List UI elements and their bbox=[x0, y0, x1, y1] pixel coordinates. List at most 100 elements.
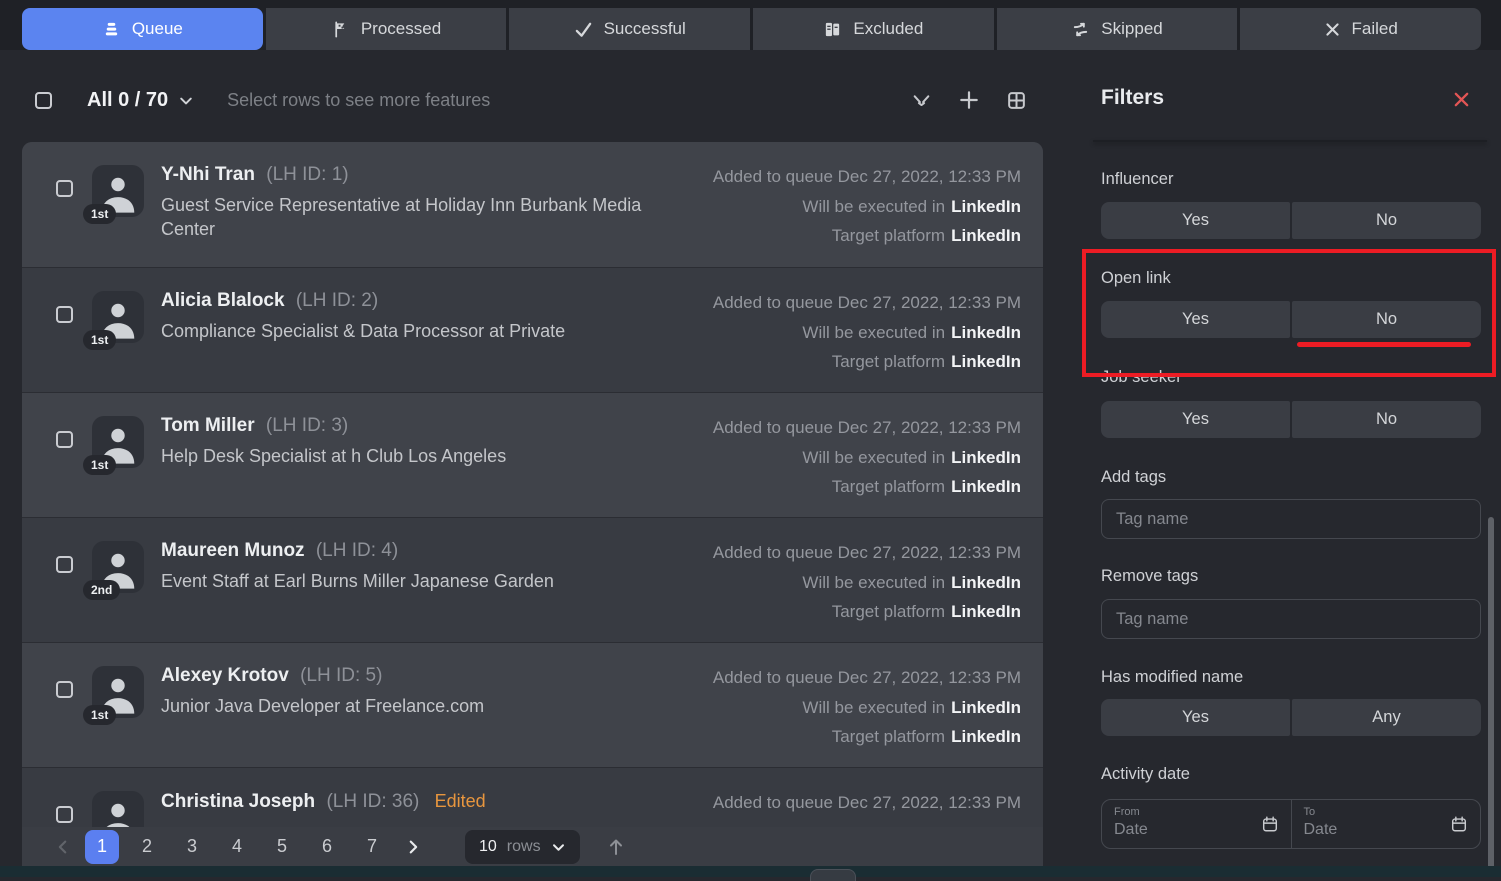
executed-platform: LinkedIn bbox=[951, 323, 1021, 342]
target-platform: LinkedIn bbox=[951, 602, 1021, 621]
row-checkbox[interactable] bbox=[56, 180, 73, 197]
person-name: Christina Joseph bbox=[161, 791, 315, 812]
executed-platform: LinkedIn bbox=[951, 573, 1021, 592]
row-meta: Added to queue Dec 27, 2022, 12:33 PM Wi… bbox=[713, 142, 1043, 267]
calendar-icon[interactable] bbox=[1450, 815, 1468, 833]
has-modified-name-yes-button[interactable]: Yes bbox=[1101, 699, 1290, 736]
connection-degree-badge: 1st bbox=[83, 330, 116, 350]
row-checkbox[interactable] bbox=[56, 556, 73, 573]
tab-skipped[interactable]: Skipped bbox=[997, 8, 1238, 50]
rows-per-page-suffix: rows bbox=[507, 838, 541, 856]
target-platform-label: Target platform bbox=[832, 727, 945, 746]
person-name: Alexey Krotov bbox=[161, 665, 289, 686]
rows-per-page-select[interactable]: 10 rows bbox=[465, 830, 580, 864]
activity-date-to-field[interactable]: To Date bbox=[1291, 800, 1481, 848]
avatar: 1st bbox=[92, 666, 144, 718]
add-icon[interactable] bbox=[958, 89, 980, 111]
job-seeker-label: Job seeker bbox=[1101, 368, 1481, 387]
tab-excluded[interactable]: Excluded bbox=[753, 8, 994, 50]
list-item[interactable]: 1st Y-Nhi Tran (LH ID: 1) Guest Service … bbox=[22, 142, 1043, 267]
row-checkbox[interactable] bbox=[56, 681, 73, 698]
scroll-to-top-icon[interactable] bbox=[606, 837, 626, 857]
next-page-icon[interactable] bbox=[402, 838, 424, 856]
row-checkbox[interactable] bbox=[56, 806, 73, 823]
list-item[interactable]: 1st Alexey Krotov (LH ID: 5) Junior Java… bbox=[22, 642, 1043, 767]
page-button-7[interactable]: 7 bbox=[355, 830, 389, 864]
person-lh-id: (LH ID: 4) bbox=[316, 540, 398, 561]
tab-successful[interactable]: Successful bbox=[509, 8, 750, 50]
executed-in-label: Will be executed in bbox=[802, 323, 945, 342]
row-checkbox[interactable] bbox=[56, 306, 73, 323]
list-item[interactable]: 2nd Maureen Munoz (LH ID: 4) Event Staff… bbox=[22, 517, 1043, 642]
person-title: Compliance Specialist & Data Processor a… bbox=[161, 319, 565, 343]
columns-grid-icon[interactable] bbox=[1006, 90, 1027, 111]
target-platform: LinkedIn bbox=[951, 352, 1021, 371]
page-button-2[interactable]: 2 bbox=[130, 830, 164, 864]
divider bbox=[1093, 140, 1487, 142]
from-date-placeholder: Date bbox=[1114, 821, 1279, 839]
prev-page-icon[interactable] bbox=[52, 838, 74, 856]
influencer-yes-button[interactable]: Yes bbox=[1101, 202, 1290, 239]
filters-scrollbar[interactable] bbox=[1488, 517, 1494, 869]
added-to-queue: Added to queue Dec 27, 2022, 12:33 PM bbox=[713, 538, 1021, 568]
queue-list: 1st Y-Nhi Tran (LH ID: 1) Guest Service … bbox=[22, 142, 1043, 866]
tab-failed[interactable]: Failed bbox=[1240, 8, 1481, 50]
person-lh-id: (LH ID: 3) bbox=[266, 415, 348, 436]
person-lh-id: (LH ID: 5) bbox=[300, 665, 382, 686]
executed-in-label: Will be executed in bbox=[802, 698, 945, 717]
calendar-icon[interactable] bbox=[1261, 815, 1279, 833]
target-platform-label: Target platform bbox=[832, 477, 945, 496]
open-link-yes-button[interactable]: Yes bbox=[1101, 301, 1290, 338]
page-button-1[interactable]: 1 bbox=[85, 830, 119, 864]
person-title: Guest Service Representative at Holiday … bbox=[161, 193, 661, 241]
add-tags-input[interactable] bbox=[1101, 499, 1481, 539]
influencer-label: Influencer bbox=[1101, 170, 1481, 189]
bottom-edge-strip bbox=[0, 866, 1501, 877]
chevron-down-icon bbox=[551, 840, 566, 855]
row-text: Alicia Blalock (LH ID: 2) Compliance Spe… bbox=[161, 268, 565, 392]
rows-per-page-value: 10 bbox=[479, 838, 497, 856]
list-item[interactable]: 1st Tom Miller (LH ID: 3) Help Desk Spec… bbox=[22, 392, 1043, 517]
influencer-no-button[interactable]: No bbox=[1292, 202, 1481, 239]
person-lh-id: (LH ID: 2) bbox=[296, 290, 378, 311]
tab-label: Successful bbox=[604, 19, 686, 39]
collapse-rows-icon[interactable] bbox=[911, 90, 932, 111]
activity-date-range: From Date To Date bbox=[1101, 799, 1481, 849]
has-modified-name-any-button[interactable]: Any bbox=[1292, 699, 1481, 736]
connection-degree-badge: 1st bbox=[83, 204, 116, 224]
tab-processed[interactable]: Processed bbox=[266, 8, 507, 50]
skip-arrows-icon bbox=[1071, 20, 1090, 39]
row-checkbox[interactable] bbox=[56, 431, 73, 448]
person-name: Maureen Munoz bbox=[161, 540, 305, 561]
activity-date-from-field[interactable]: From Date bbox=[1102, 800, 1291, 848]
target-platform: LinkedIn bbox=[951, 727, 1021, 746]
list-item[interactable]: 1st Alicia Blalock (LH ID: 2) Compliance… bbox=[22, 267, 1043, 392]
page-button-6[interactable]: 6 bbox=[310, 830, 344, 864]
tab-queue[interactable]: Queue bbox=[22, 8, 263, 50]
remove-tags-input[interactable] bbox=[1101, 599, 1481, 639]
open-link-no-button[interactable]: No bbox=[1292, 301, 1481, 338]
person-title: Event Staff at Earl Burns Miller Japanes… bbox=[161, 569, 554, 593]
added-to-queue: Added to queue Dec 27, 2022, 12:33 PM bbox=[713, 413, 1021, 443]
page-button-4[interactable]: 4 bbox=[220, 830, 254, 864]
select-all-checkbox[interactable] bbox=[35, 92, 52, 109]
has-modified-name-toggle: Yes Any bbox=[1101, 699, 1481, 736]
remove-tags-label: Remove tags bbox=[1101, 567, 1481, 586]
selection-dropdown[interactable]: All 0 / 70 bbox=[87, 89, 194, 112]
job-seeker-no-button[interactable]: No bbox=[1292, 401, 1481, 438]
excluded-list-icon bbox=[823, 20, 842, 39]
person-name: Y-Nhi Tran bbox=[161, 164, 255, 185]
job-seeker-yes-button[interactable]: Yes bbox=[1101, 401, 1290, 438]
page-button-3[interactable]: 3 bbox=[175, 830, 209, 864]
executed-platform: LinkedIn bbox=[951, 197, 1021, 216]
page-button-5[interactable]: 5 bbox=[265, 830, 299, 864]
open-link-toggle: Yes No bbox=[1101, 301, 1481, 338]
status-tabbar: Queue Processed Successful Excluded Skip… bbox=[22, 8, 1481, 50]
row-meta: Added to queue Dec 27, 2022, 12:33 PM Wi… bbox=[713, 268, 1043, 392]
executed-in-label: Will be executed in bbox=[802, 197, 945, 216]
toolbar-actions bbox=[911, 89, 1027, 111]
close-icon[interactable] bbox=[1452, 90, 1471, 109]
selection-count: All 0 / 70 bbox=[87, 89, 168, 112]
row-text: Tom Miller (LH ID: 3) Help Desk Speciali… bbox=[161, 393, 506, 517]
tab-label: Skipped bbox=[1101, 19, 1162, 39]
